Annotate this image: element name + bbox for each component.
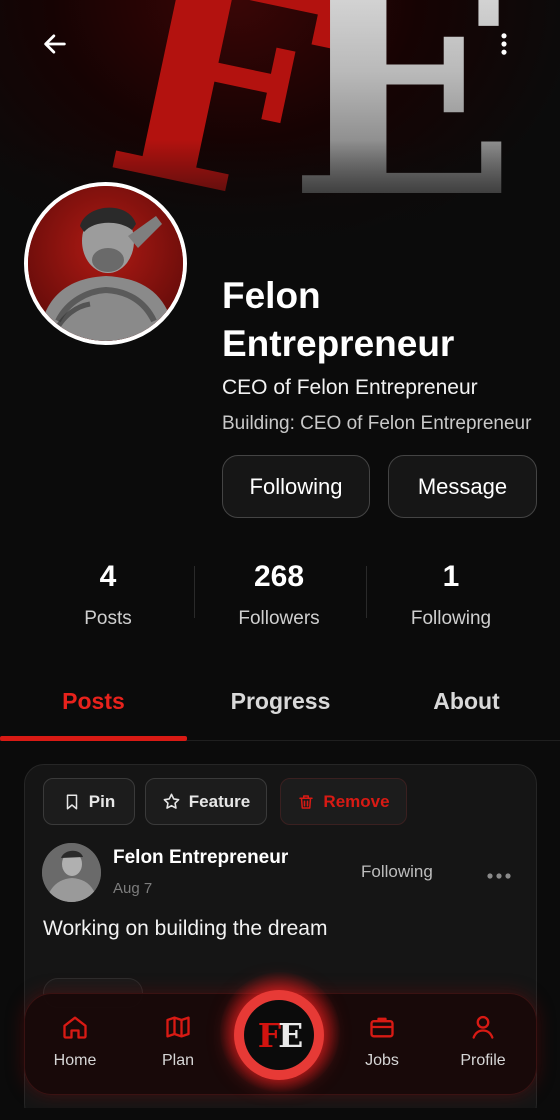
profile-building: Building: CEO of Felon Entrepreneur: [222, 413, 532, 434]
feature-label: Feature: [188, 791, 251, 811]
nav-plan-label: Plan: [161, 1052, 195, 1069]
stat-posts[interactable]: 4 Posts: [23, 560, 193, 630]
post-author-avatar[interactable]: [42, 843, 101, 902]
back-button[interactable]: [33, 22, 77, 66]
post-date: Aug 7: [113, 880, 153, 897]
post-author-name[interactable]: Felon Entrepreneur: [113, 847, 288, 869]
tab-posts[interactable]: Posts: [0, 688, 187, 715]
more-horizontal-icon: [487, 873, 511, 879]
user-icon: [472, 1015, 494, 1039]
message-button[interactable]: Message: [388, 455, 537, 518]
more-vertical-icon: [501, 33, 507, 55]
post-text: Working on building the dream: [43, 917, 328, 940]
star-icon: [163, 793, 180, 809]
stat-posts-label: Posts: [84, 608, 132, 629]
pin-button[interactable]: Pin: [43, 778, 135, 825]
trash-icon: [299, 794, 314, 809]
tab-progress[interactable]: Progress: [187, 688, 374, 715]
map-icon: [166, 1016, 190, 1038]
nav-jobs[interactable]: Jobs: [330, 1010, 434, 1070]
nav-home-label: Home: [53, 1052, 97, 1069]
post-avatar-photo: [42, 843, 101, 902]
feature-button[interactable]: Feature: [145, 778, 267, 825]
profile-avatar[interactable]: [24, 182, 187, 345]
stat-following-label: Following: [410, 608, 492, 629]
system-navigation-bar: [0, 1108, 560, 1120]
pin-label: Pin: [88, 791, 116, 811]
tab-about[interactable]: About: [373, 688, 560, 715]
back-arrow-icon: [44, 34, 66, 54]
active-tab-indicator: [0, 736, 187, 741]
stat-following[interactable]: 1 Following: [366, 560, 536, 630]
nav-jobs-label: Jobs: [365, 1052, 399, 1069]
nav-profile[interactable]: Profile: [431, 1010, 535, 1070]
remove-button[interactable]: Remove: [280, 778, 407, 825]
more-options-button[interactable]: [482, 22, 526, 66]
bookmark-icon: [66, 794, 78, 809]
center-logo-f: F: [257, 1015, 282, 1055]
center-logo-e: E: [278, 1015, 303, 1055]
profile-name: Felon Entrepreneur: [222, 275, 455, 364]
center-logo-button[interactable]: FE: [234, 990, 324, 1080]
remove-label: Remove: [323, 791, 390, 811]
nav-profile-label: Profile: [460, 1052, 506, 1069]
stat-followers[interactable]: 268 Followers: [194, 560, 364, 630]
home-icon: [63, 1016, 87, 1039]
avatar-photo: [28, 186, 183, 341]
nav-home[interactable]: Home: [23, 1010, 127, 1070]
following-button[interactable]: Following: [222, 455, 370, 518]
stat-posts-value: 4: [99, 560, 117, 593]
stat-followers-label: Followers: [238, 608, 320, 629]
nav-plan[interactable]: Plan: [126, 1010, 230, 1070]
profile-title: CEO of Felon Entrepreneur: [222, 376, 478, 399]
center-logo: FE: [244, 1000, 314, 1070]
post-more-button[interactable]: [486, 868, 512, 879]
briefcase-icon: [370, 1017, 394, 1038]
post-follow-status[interactable]: Following: [361, 862, 433, 882]
stat-followers-value: 268: [253, 560, 305, 593]
stat-following-value: 1: [442, 560, 460, 593]
